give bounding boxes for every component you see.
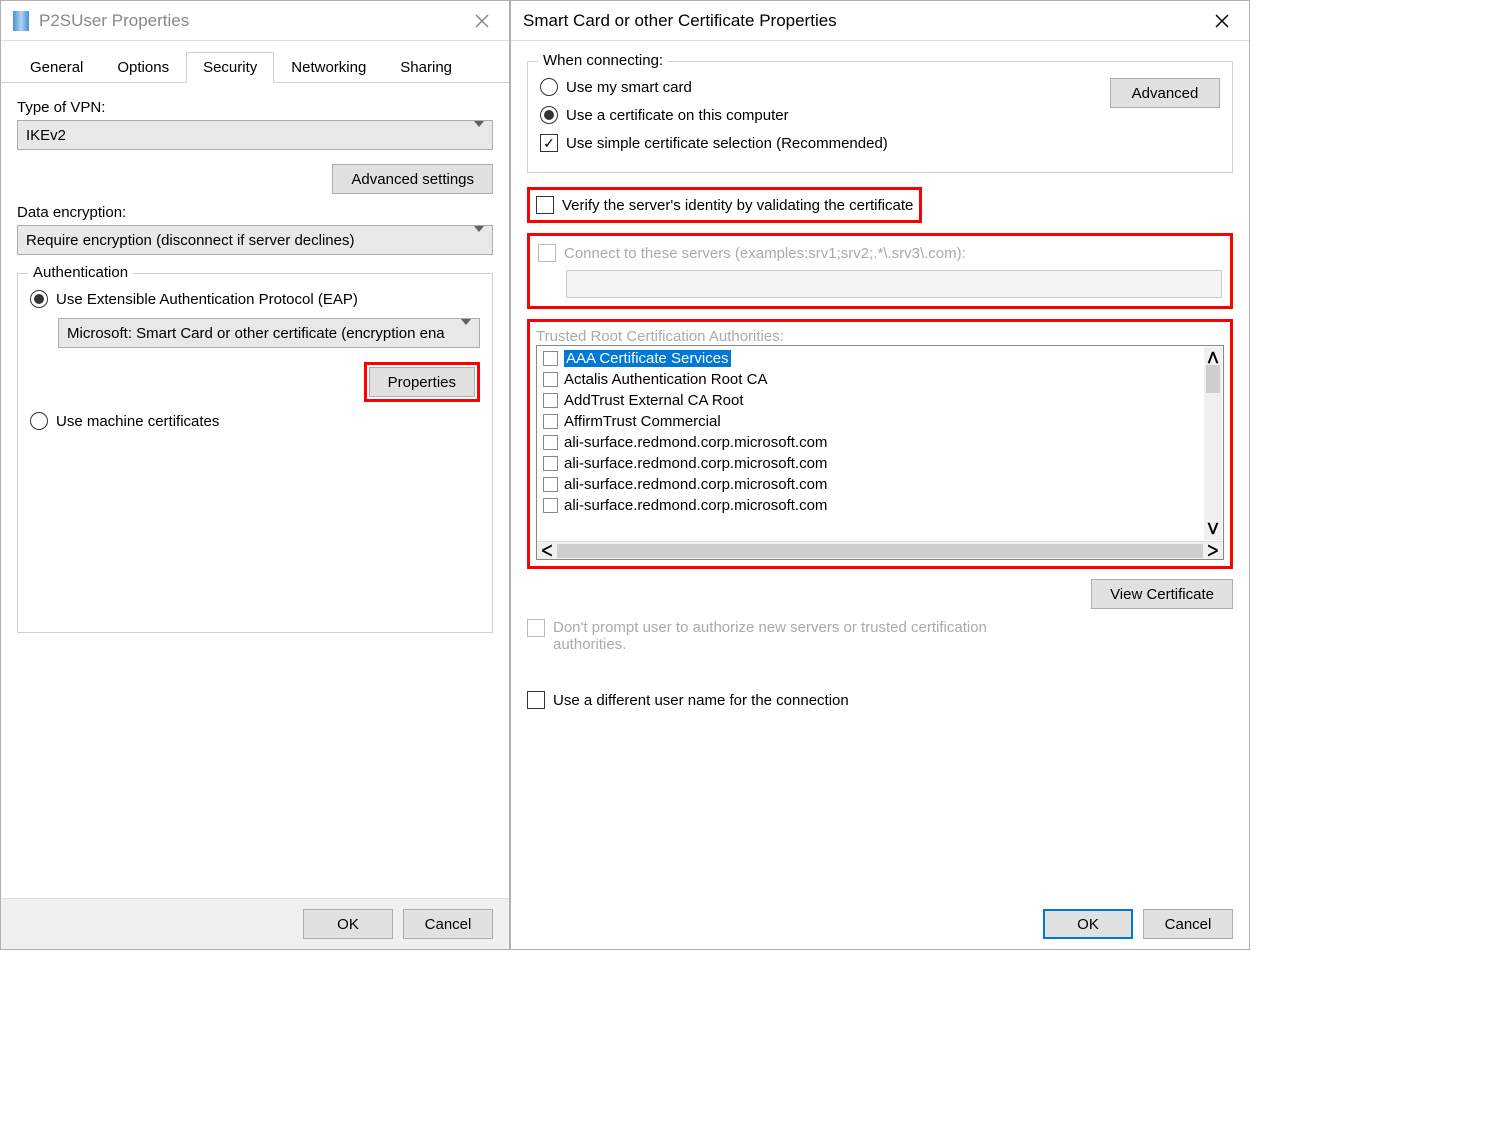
data-encryption-value: Require encryption (disconnect if server…: [26, 232, 354, 249]
item-checkbox[interactable]: [543, 498, 558, 513]
scroll-track[interactable]: [557, 544, 1203, 558]
eap-radio[interactable]: [30, 290, 48, 308]
connect-servers-input: [566, 270, 1222, 298]
connect-servers-checkbox: [538, 244, 556, 262]
item-checkbox[interactable]: [543, 372, 558, 387]
data-encryption-label: Data encryption:: [17, 204, 493, 221]
eap-method-combo[interactable]: Microsoft: Smart Card or other certifica…: [58, 318, 480, 348]
scroll-down-icon[interactable]: ᐯ: [1208, 520, 1218, 538]
properties-highlight: Properties: [364, 362, 480, 402]
list-item[interactable]: ali-surface.redmond.corp.microsoft.com: [539, 474, 1221, 495]
cancel-button[interactable]: Cancel: [403, 909, 493, 939]
tab-networking[interactable]: Networking: [274, 52, 383, 83]
eap-radio-label: Use Extensible Authentication Protocol (…: [56, 291, 358, 308]
item-checkbox[interactable]: [543, 393, 558, 408]
smartcard-properties-window: Smart Card or other Certificate Properti…: [510, 0, 1250, 950]
diff-user-checkbox[interactable]: [527, 691, 545, 709]
close-icon: [475, 14, 489, 28]
right-body: When connecting: Use my smart card Use a…: [511, 41, 1249, 899]
chevron-down-icon: [474, 232, 484, 249]
dont-prompt-checkbox: [527, 619, 545, 637]
list-item[interactable]: AddTrust External CA Root: [539, 390, 1221, 411]
list-item[interactable]: ali-surface.redmond.corp.microsoft.com: [539, 432, 1221, 453]
p2suser-properties-window: P2SUser Properties General Options Secur…: [0, 0, 510, 950]
simple-selection-label: Use simple certificate selection (Recomm…: [566, 135, 888, 152]
tab-sharing[interactable]: Sharing: [383, 52, 469, 83]
vpn-type-value: IKEv2: [26, 127, 66, 144]
smartcard-radio-label: Use my smart card: [566, 79, 692, 96]
machine-cert-label: Use machine certificates: [56, 413, 219, 430]
trusted-root-listbox[interactable]: AAA Certificate Services Actalis Authent…: [536, 345, 1224, 560]
item-checkbox[interactable]: [543, 456, 558, 471]
tab-options[interactable]: Options: [100, 52, 186, 83]
advanced-button[interactable]: Advanced: [1110, 78, 1220, 108]
eap-method-value: Microsoft: Smart Card or other certifica…: [67, 325, 445, 342]
ok-button[interactable]: OK: [1043, 909, 1133, 939]
close-button[interactable]: [1207, 6, 1237, 36]
view-certificate-button[interactable]: View Certificate: [1091, 579, 1233, 609]
simple-selection-checkbox[interactable]: [540, 134, 558, 152]
connecting-title: When connecting:: [538, 52, 668, 69]
verify-highlight: Verify the server's identity by validati…: [527, 187, 922, 223]
close-icon: [1215, 14, 1229, 28]
scroll-left-icon[interactable]: ᐸ: [539, 542, 555, 560]
horizontal-scrollbar[interactable]: ᐸ ᐳ: [537, 541, 1223, 559]
right-footer: OK Cancel: [511, 899, 1249, 949]
trusted-list-highlight: Trusted Root Certification Authorities: …: [527, 319, 1233, 569]
advanced-settings-button[interactable]: Advanced settings: [332, 164, 493, 194]
chevron-down-icon: [461, 325, 471, 342]
scroll-thumb[interactable]: [1206, 365, 1220, 393]
window-icon: [13, 11, 29, 31]
item-checkbox[interactable]: [543, 435, 558, 450]
connect-servers-label: Connect to these servers (examples:srv1;…: [564, 245, 966, 262]
item-checkbox[interactable]: [543, 414, 558, 429]
authentication-group: Authentication Use Extensible Authentica…: [17, 273, 493, 633]
cancel-button[interactable]: Cancel: [1143, 909, 1233, 939]
left-body: Type of VPN: IKEv2 Advanced settings Dat…: [1, 83, 509, 898]
machine-cert-radio[interactable]: [30, 412, 48, 430]
verify-server-label: Verify the server's identity by validati…: [562, 197, 913, 214]
tab-security[interactable]: Security: [186, 52, 274, 83]
titlebar: Smart Card or other Certificate Properti…: [511, 1, 1249, 41]
connect-servers-highlight: Connect to these servers (examples:srv1;…: [527, 233, 1233, 309]
scroll-right-icon[interactable]: ᐳ: [1205, 542, 1221, 560]
tab-bar: General Options Security Networking Shar…: [1, 41, 509, 83]
verify-server-checkbox[interactable]: [536, 196, 554, 214]
vertical-scrollbar[interactable]: ᐱ ᐯ: [1204, 347, 1222, 540]
ok-button[interactable]: OK: [303, 909, 393, 939]
list-item[interactable]: ali-surface.redmond.corp.microsoft.com: [539, 495, 1221, 516]
localcert-radio[interactable]: [540, 106, 558, 124]
close-button[interactable]: [467, 6, 497, 36]
list-item[interactable]: Actalis Authentication Root CA: [539, 369, 1221, 390]
list-item[interactable]: ali-surface.redmond.corp.microsoft.com: [539, 453, 1221, 474]
diff-user-label: Use a different user name for the connec…: [553, 692, 849, 709]
list-item[interactable]: AAA Certificate Services: [539, 348, 1221, 369]
window-title: Smart Card or other Certificate Properti…: [523, 11, 1207, 31]
properties-button[interactable]: Properties: [369, 367, 475, 397]
trusted-root-label: Trusted Root Certification Authorities:: [536, 328, 784, 345]
vpn-type-label: Type of VPN:: [17, 99, 493, 116]
item-checkbox[interactable]: [543, 477, 558, 492]
smartcard-radio[interactable]: [540, 78, 558, 96]
tab-general[interactable]: General: [13, 52, 100, 83]
left-footer: OK Cancel: [1, 898, 509, 949]
data-encryption-combo[interactable]: Require encryption (disconnect if server…: [17, 225, 493, 255]
chevron-down-icon: [474, 127, 484, 144]
dont-prompt-label: Don't prompt user to authorize new serve…: [553, 619, 1033, 653]
localcert-radio-label: Use a certificate on this computer: [566, 107, 789, 124]
when-connecting-group: When connecting: Use my smart card Use a…: [527, 61, 1233, 173]
titlebar: P2SUser Properties: [1, 1, 509, 41]
item-checkbox[interactable]: [543, 351, 558, 366]
authentication-title: Authentication: [28, 264, 133, 281]
vpn-type-combo[interactable]: IKEv2: [17, 120, 493, 150]
list-item[interactable]: AffirmTrust Commercial: [539, 411, 1221, 432]
window-title: P2SUser Properties: [39, 11, 467, 31]
